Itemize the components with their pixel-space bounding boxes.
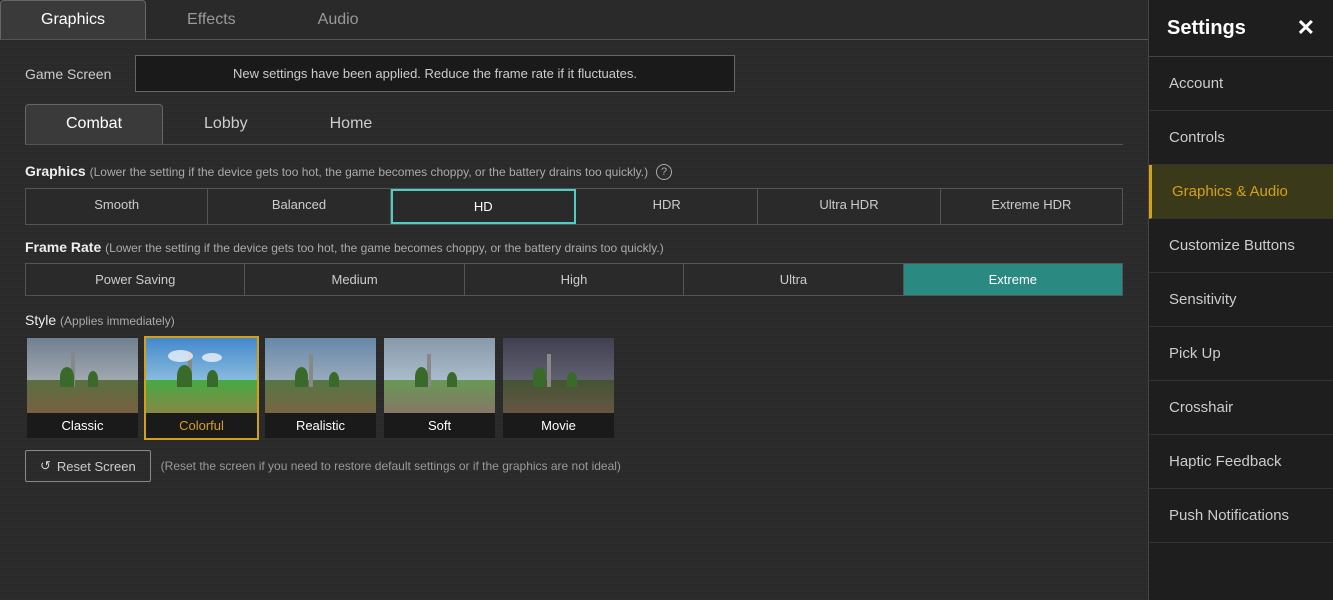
reset-icon: ↺ [40, 458, 51, 474]
style-card-movie[interactable]: Movie [501, 336, 616, 440]
framerate-extreme-btn[interactable]: Extreme [904, 264, 1122, 295]
close-settings-button[interactable]: ✕ [1297, 15, 1315, 41]
style-card-colorful-img [146, 338, 257, 413]
notification-bar: New settings have been applied. Reduce t… [135, 55, 735, 92]
sidebar-item-customize-buttons[interactable]: Customize Buttons [1149, 219, 1333, 273]
graphics-help-icon[interactable]: ? [656, 164, 672, 180]
sidebar-title: Settings [1167, 17, 1246, 40]
graphics-ultra-hdr-btn[interactable]: Ultra HDR [758, 189, 940, 224]
style-card-movie-img [503, 338, 614, 413]
graphics-option-group: Smooth Balanced HD HDR Ultra HDR Extreme… [25, 188, 1123, 225]
tab-graphics[interactable]: Graphics [0, 0, 146, 39]
reset-desc: (Reset the screen if you need to restore… [161, 459, 621, 473]
game-screen-row: Game Screen New settings have been appli… [25, 55, 1123, 92]
style-card-colorful[interactable]: Colorful [144, 336, 259, 440]
style-card-colorful-name: Colorful [146, 413, 257, 438]
sidebar: Settings ✕ Account Controls Graphics & A… [1148, 0, 1333, 600]
style-card-classic-img [27, 338, 138, 413]
graphics-section-label: Graphics (Lower the setting if the devic… [25, 163, 1123, 180]
style-label: Style (Applies immediately) [25, 312, 1123, 328]
graphics-hd-btn[interactable]: HD [391, 189, 576, 224]
tab-lobby[interactable]: Lobby [163, 104, 289, 144]
style-card-soft-name: Soft [384, 413, 495, 438]
style-card-classic[interactable]: Classic [25, 336, 140, 440]
tab-home[interactable]: Home [289, 104, 414, 144]
framerate-option-group: Power Saving Medium High Ultra Extreme [25, 263, 1123, 296]
frame-rate-label: Frame Rate (Lower the setting if the dev… [25, 239, 1123, 255]
sidebar-item-sensitivity[interactable]: Sensitivity [1149, 273, 1333, 327]
style-section: Style (Applies immediately) Classic [25, 312, 1123, 440]
style-card-classic-name: Classic [27, 413, 138, 438]
style-card-realistic[interactable]: Realistic [263, 336, 378, 440]
framerate-power-saving-btn[interactable]: Power Saving [26, 264, 245, 295]
style-card-realistic-name: Realistic [265, 413, 376, 438]
reset-screen-button[interactable]: ↺ Reset Screen [25, 450, 151, 482]
graphics-hdr-btn[interactable]: HDR [576, 189, 758, 224]
sub-tab-bar: Combat Lobby Home [25, 104, 1123, 145]
sidebar-item-pick-up[interactable]: Pick Up [1149, 327, 1333, 381]
top-tab-bar: Graphics Effects Audio [0, 0, 1148, 40]
game-screen-label: Game Screen [25, 66, 135, 82]
sidebar-item-graphics-audio[interactable]: Graphics & Audio [1149, 165, 1333, 219]
tab-combat[interactable]: Combat [25, 104, 163, 144]
style-card-movie-name: Movie [503, 413, 614, 438]
sidebar-item-push-notifications[interactable]: Push Notifications [1149, 489, 1333, 543]
style-card-soft-img [384, 338, 495, 413]
style-card-soft[interactable]: Soft [382, 336, 497, 440]
sidebar-item-account[interactable]: Account [1149, 57, 1333, 111]
frame-rate-section: Frame Rate (Lower the setting if the dev… [25, 239, 1123, 296]
style-card-realistic-img [265, 338, 376, 413]
content-body: Game Screen New settings have been appli… [0, 40, 1148, 600]
framerate-medium-btn[interactable]: Medium [245, 264, 464, 295]
style-cards-container: Classic Colorful [25, 336, 1123, 440]
tab-audio[interactable]: Audio [277, 0, 400, 39]
main-content: Graphics Effects Audio Game Screen New s… [0, 0, 1148, 600]
sidebar-item-controls[interactable]: Controls [1149, 111, 1333, 165]
tab-effects[interactable]: Effects [146, 0, 277, 39]
reset-row: ↺ Reset Screen (Reset the screen if you … [25, 450, 1123, 482]
sidebar-item-haptic-feedback[interactable]: Haptic Feedback [1149, 435, 1333, 489]
graphics-balanced-btn[interactable]: Balanced [208, 189, 390, 224]
sidebar-header: Settings ✕ [1149, 0, 1333, 57]
graphics-extreme-hdr-btn[interactable]: Extreme HDR [941, 189, 1122, 224]
graphics-smooth-btn[interactable]: Smooth [26, 189, 208, 224]
framerate-ultra-btn[interactable]: Ultra [684, 264, 903, 295]
sidebar-item-crosshair[interactable]: Crosshair [1149, 381, 1333, 435]
framerate-high-btn[interactable]: High [465, 264, 684, 295]
